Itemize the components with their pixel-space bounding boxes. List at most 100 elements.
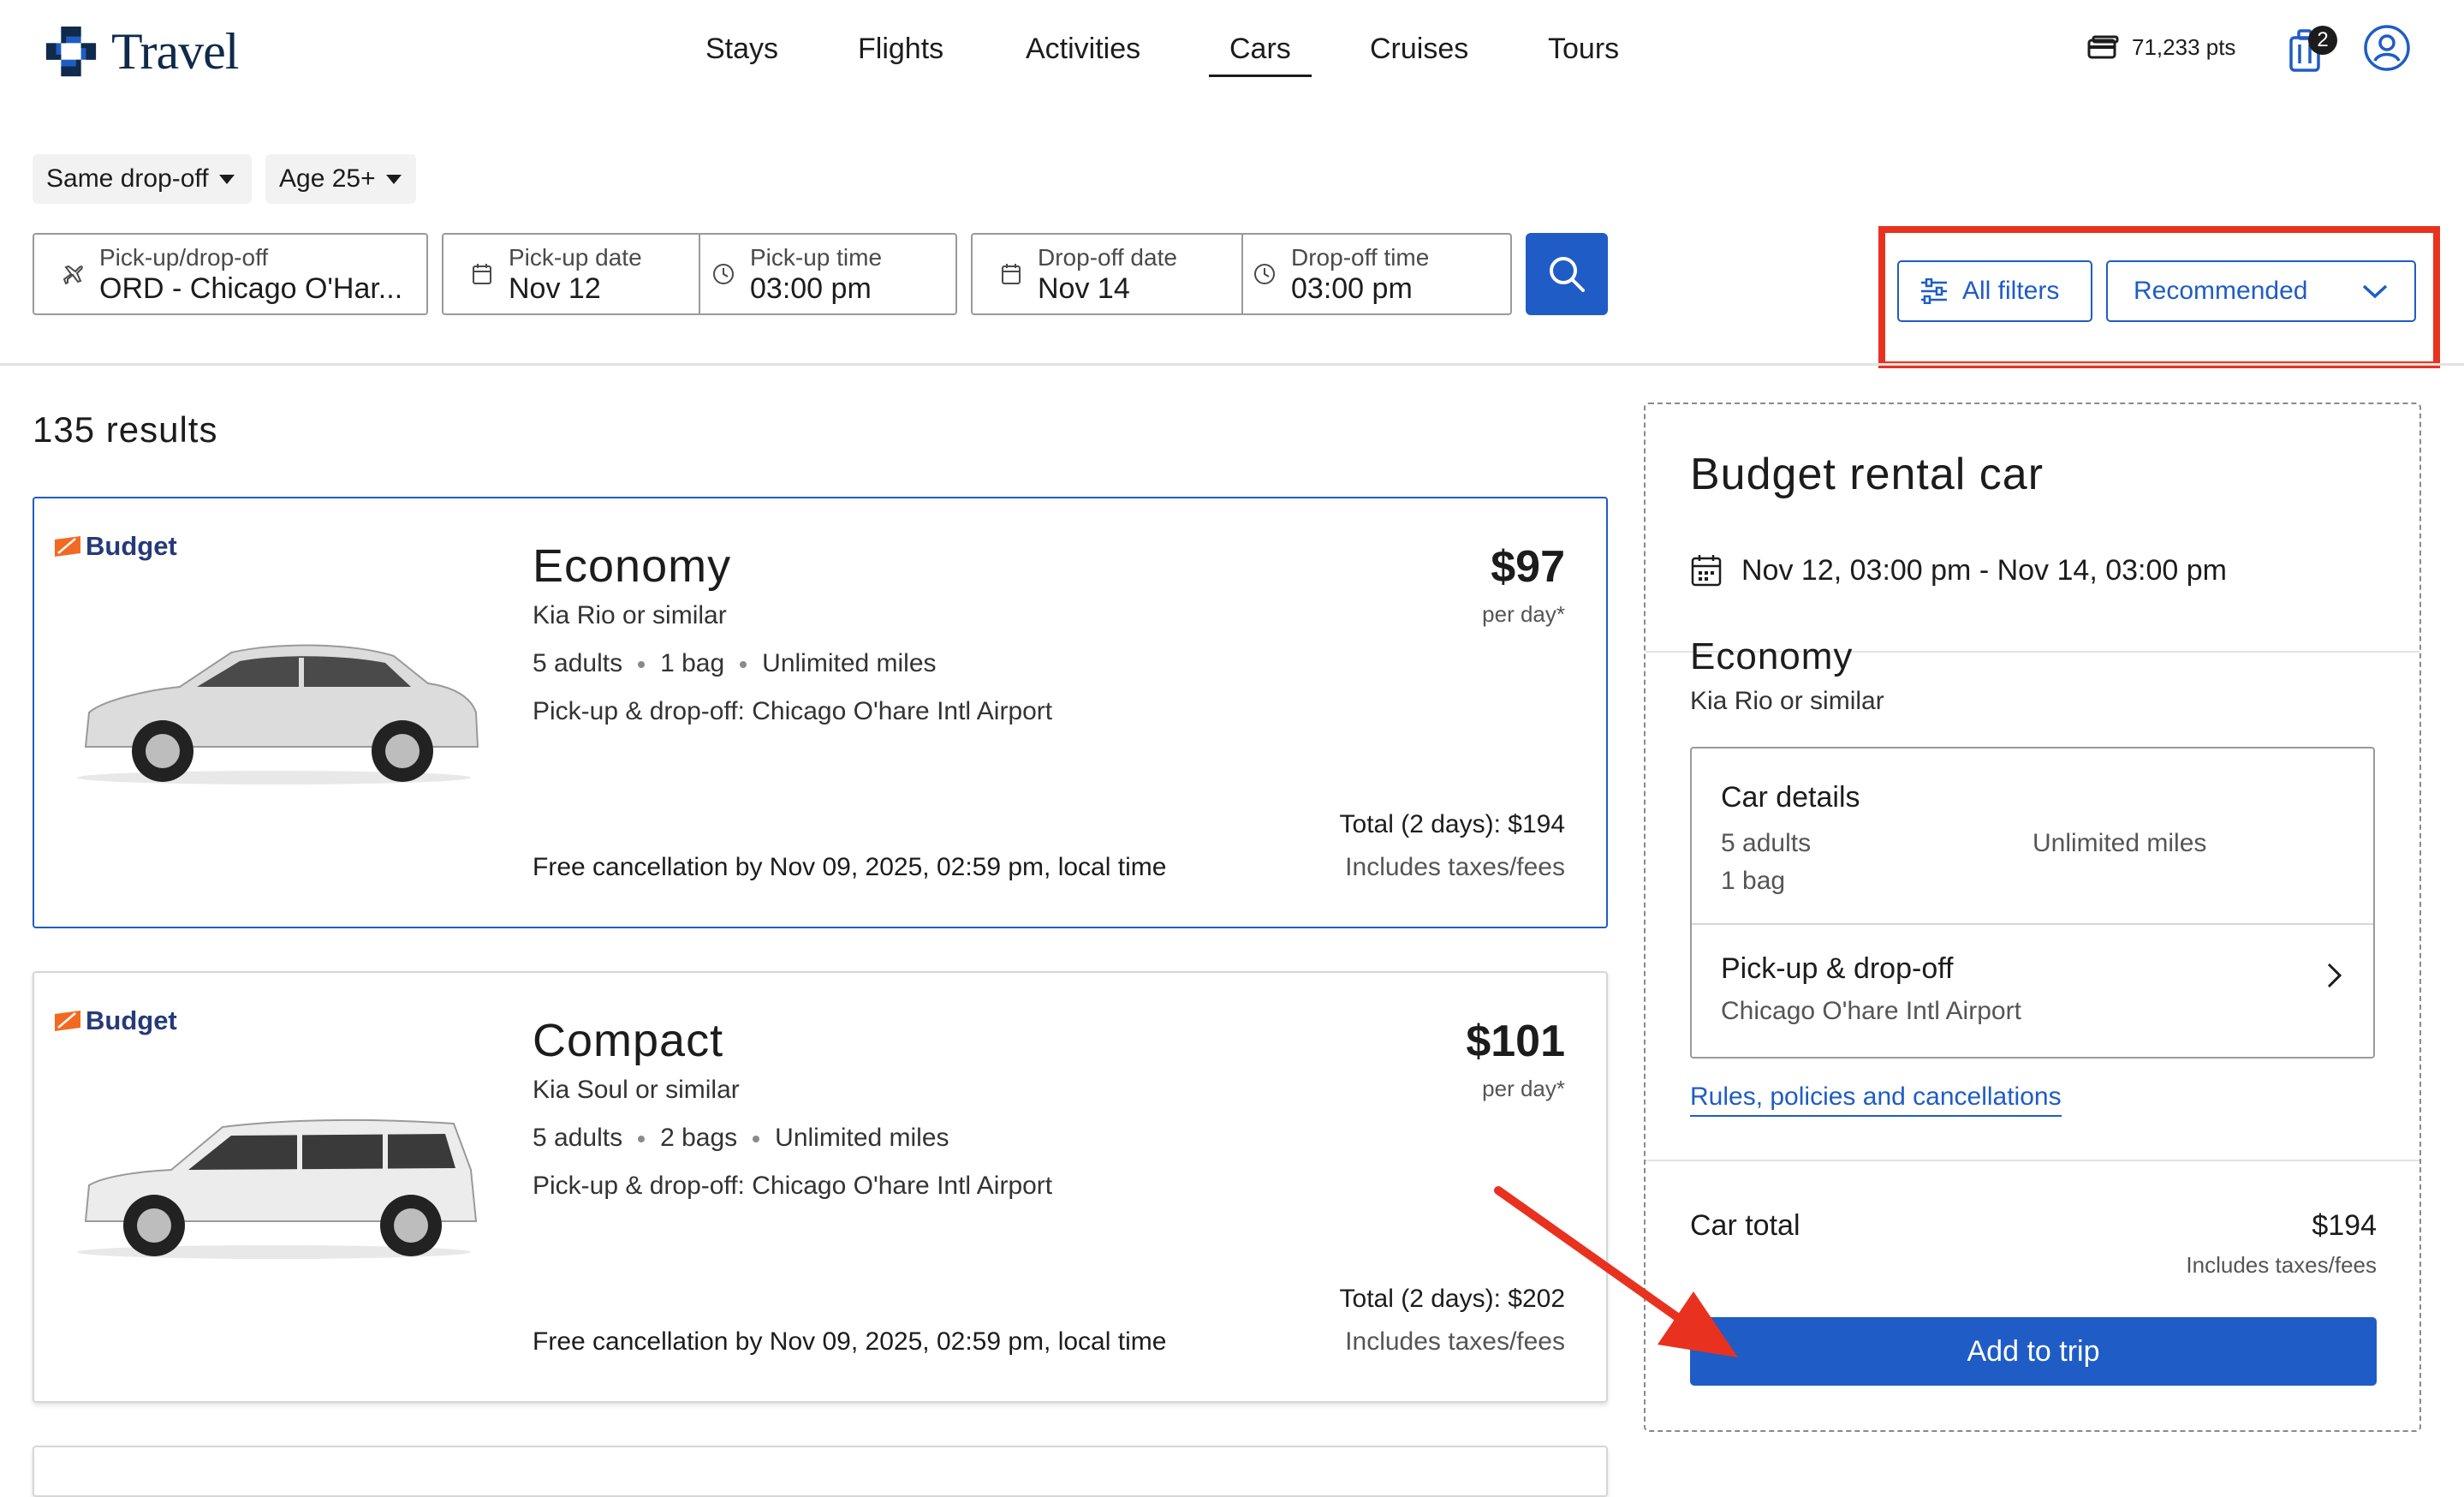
pickup-dropoff-title: Pick-up & drop-off [1721,952,1954,985]
car-result-card[interactable]: Budget Economy Kia Rio or similar 5 adul… [33,497,1608,928]
brand-name: Budget [86,1005,177,1035]
car-class: Economy [533,540,732,592]
nav-cars[interactable]: Cars [1209,33,1312,77]
total-price: Total (2 days): $194 [1339,810,1565,838]
octagon-logo-icon [45,26,97,77]
chevron-right-icon [2327,963,2342,988]
car-total-includes: Includes taxes/fees [2186,1252,2377,1278]
travel-logo[interactable]: Travel [45,22,239,80]
car-image [77,644,479,784]
cancellation-policy: Free cancellation by Nov 09, 2025, 02:59… [533,1327,1167,1356]
points-balance[interactable]: 71,233 pts [2087,34,2235,61]
spec-miles: Unlimited miles [775,1124,949,1152]
calendar-icon [469,261,495,287]
pickup-time-segment[interactable]: Pick-up time 03:00 pm [711,235,882,313]
pickup-date-value: Nov 12 [509,272,601,305]
pickup-date-segment[interactable]: Pick-up date Nov 12 [469,235,642,313]
panel-divider [1646,1160,2419,1161]
car-result-card[interactable]: Budget Compact Kia Soul or similar 5 adu… [33,971,1608,1403]
dropoff-type-select[interactable]: Same drop-off [33,154,252,204]
car-summary-panel: Budget rental car Nov 12, 03:00 pm - Nov… [1644,403,2421,1432]
rules-policies-link[interactable]: Rules, policies and cancellations [1690,1082,2062,1117]
car-model: Kia Soul or similar [533,1076,740,1104]
spec-miles: Unlimited miles [762,649,937,677]
spec-adults: 5 adults [533,649,623,677]
dropoff-date-segment[interactable]: Drop-off date Nov 14 [998,235,1177,313]
spec-bags: 2 bags [660,1124,738,1152]
caret-down-icon [218,174,235,184]
pickup-location: Pick-up & drop-off: Chicago O'hare Intl … [533,697,1053,725]
panel-title: Budget rental car [1690,450,2044,499]
budget-flag-icon [55,1011,80,1031]
pickup-dropoff-location: Chicago O'hare Intl Airport [1721,997,2021,1025]
price-per-day: $101 [1466,1017,1565,1066]
car-details-title: Car details [1721,781,1860,814]
sort-value: Recommended [2134,277,2308,305]
age-label: Age 25+ [279,164,376,193]
pickup-datetime-field[interactable]: Pick-up date Nov 12 Pick-up time 03:00 p… [442,233,957,315]
car-model: Kia Rio or similar [533,601,727,629]
chevron-down-icon [2362,284,2388,299]
car-specs: 5 adults 2 bags Unlimited miles [533,1124,949,1153]
pickup-time-label: Pick-up time [750,244,883,271]
points-text: 71,233 pts [2132,34,2236,60]
car-total-value: $194 [2312,1209,2377,1242]
nav-flights[interactable]: Flights [858,33,943,66]
logo-text: Travel [111,22,239,80]
details-bags: 1 bag [1721,867,1786,895]
annotation-arrow-icon [1494,1186,1738,1357]
price-per-day: $97 [1491,542,1565,592]
search-icon [1550,257,1585,292]
car-result-card-partial[interactable] [33,1446,1608,1497]
dropoff-type-label: Same drop-off [46,164,209,193]
trip-count-badge: 2 [2308,26,2337,55]
per-day-label: per day* [1482,601,1565,627]
panel-car-model: Kia Rio or similar [1690,687,1884,715]
all-filters-label: All filters [1962,277,2060,305]
car-image [77,1118,478,1259]
calendar-icon [1691,555,1722,587]
results-count: 135 results [33,409,218,450]
nav-cruises[interactable]: Cruises [1370,33,1468,66]
search-button[interactable] [1526,233,1608,315]
details-adults: 5 adults [1721,829,1812,857]
caret-down-icon [385,174,402,184]
add-to-trip-button[interactable]: Add to trip [1690,1317,2377,1386]
budget-flag-icon [55,536,80,557]
location-label: Pick-up/drop-off [99,244,269,271]
field-divider [699,235,700,313]
nav-activities[interactable]: Activities [1026,33,1140,66]
budget-logo: Budget [55,1005,177,1036]
dropoff-time-segment[interactable]: Drop-off time 03:00 pm [1252,235,1429,313]
per-day-label: per day* [1482,1076,1565,1101]
spec-adults: 5 adults [533,1124,623,1152]
dropoff-date-value: Nov 14 [1038,272,1130,305]
sliders-icon [1921,278,1947,304]
nav-stays[interactable]: Stays [705,33,778,66]
sort-select[interactable]: Recommended [2106,260,2416,322]
dropoff-time-label: Drop-off time [1291,244,1430,271]
spec-bags: 1 bag [660,649,725,677]
dropoff-datetime-field[interactable]: Drop-off date Nov 14 Drop-off time 03:00… [971,233,1512,315]
all-filters-button[interactable]: All filters [1897,260,2092,322]
clock-icon [1252,261,1277,287]
panel-dates: Nov 12, 03:00 pm - Nov 14, 03:00 pm [1690,553,2227,587]
location-value: ORD - Chicago O'Har... [99,272,403,305]
wallet-icon [2087,35,2119,58]
clock-icon [711,261,736,287]
dropoff-date-label: Drop-off date [1038,244,1177,271]
nav-tours[interactable]: Tours [1548,33,1619,66]
rental-dates: Nov 12, 03:00 pm - Nov 14, 03:00 pm [1741,553,2227,587]
dropoff-time-value: 03:00 pm [1291,272,1413,305]
header-divider [0,363,2464,366]
cancellation-policy: Free cancellation by Nov 09, 2025, 02:59… [533,853,1167,881]
pickup-date-label: Pick-up date [509,244,642,271]
location-field[interactable]: Pick-up/drop-off ORD - Chicago O'Har... [33,233,428,315]
profile-icon[interactable] [2363,24,2411,72]
age-select[interactable]: Age 25+ [265,154,416,204]
field-divider [1241,235,1243,313]
calendar-icon [998,261,1024,287]
plane-icon [60,261,86,287]
car-class: Compact [533,1015,724,1066]
panel-car-class: Economy [1690,635,1854,677]
